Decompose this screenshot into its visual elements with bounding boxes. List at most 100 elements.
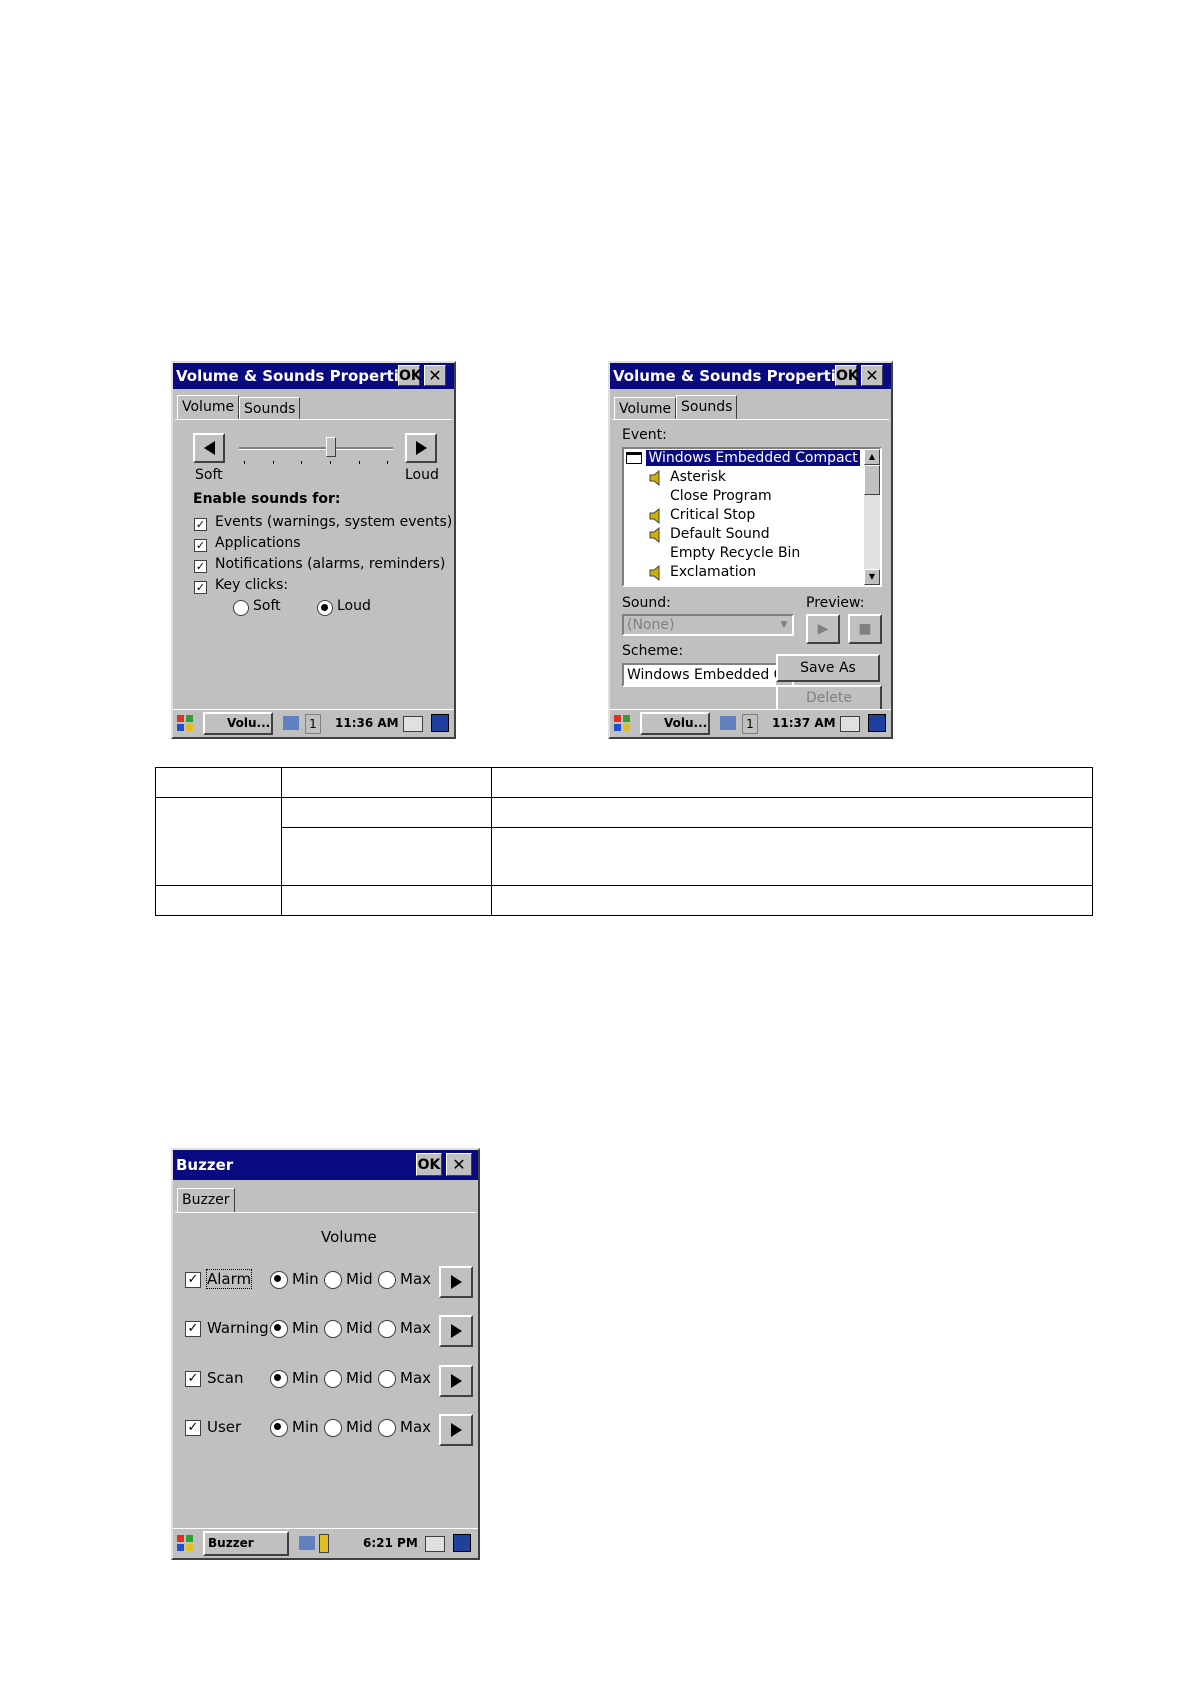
scroll-thumb[interactable] [864,465,880,495]
scroll-up-arrow-icon[interactable]: ▲ [864,449,880,465]
left-arrow-icon [203,441,215,455]
event-list[interactable]: Windows Embedded Compact Asterisk Close … [622,447,882,587]
alarm-play-button[interactable] [439,1266,473,1298]
preview-stop-button[interactable]: ■ [848,614,882,644]
event-item-default-sound[interactable]: Default Sound [670,526,770,542]
delete-button[interactable]: Delete [776,685,882,711]
keyboard-icon[interactable] [840,716,860,732]
input-number-indicator[interactable]: 1 [742,714,758,734]
desktop-icon[interactable] [453,1534,471,1552]
scan-mid-radio[interactable] [324,1370,342,1388]
speaker-icon [649,508,660,524]
ok-button[interactable]: OK [416,1153,442,1176]
volume-sounds-window-sounds-tab: Volume & Sounds Properties OK ✕ Volume S… [608,361,893,739]
alarm-min-radio[interactable] [270,1271,288,1289]
notifications-checkbox[interactable]: ✓ [194,560,207,573]
user-min-radio[interactable] [270,1419,288,1437]
volume-slider-thumb[interactable] [326,437,336,457]
warning-play-button[interactable] [439,1315,473,1347]
user-mid-radio[interactable] [324,1419,342,1437]
event-item-exclamation[interactable]: Exclamation [670,564,756,580]
network-icon [720,716,736,730]
event-item-close-program[interactable]: Close Program [670,488,772,504]
table-cell [281,885,492,916]
scroll-down-arrow-icon[interactable]: ▼ [864,569,880,585]
taskbar-app-button[interactable]: Volu... [640,712,710,735]
sound-select-value: (None) [627,617,675,633]
tab-sounds[interactable]: Sounds [239,397,301,419]
tab-volume[interactable]: Volume [177,395,240,419]
scan-min-radio[interactable] [270,1370,288,1388]
event-item-critical-stop[interactable]: Critical Stop [670,507,755,523]
user-mid-label: Mid [346,1418,373,1436]
scan-play-button[interactable] [439,1365,473,1397]
alarm-checkbox[interactable]: ✓ [185,1272,201,1288]
applications-checkbox[interactable]: ✓ [194,539,207,552]
close-button[interactable]: ✕ [446,1153,472,1176]
sound-select[interactable]: (None) ▼ [622,614,794,636]
stop-icon: ■ [858,621,872,637]
warning-label: Warning [207,1319,269,1337]
notifications-label: Notifications (alarms, reminders) [215,556,446,572]
save-as-button[interactable]: Save As [776,654,880,682]
ok-button[interactable]: OK [835,365,859,386]
key-clicks-soft-label: Soft [253,598,281,614]
table-cell [491,797,1093,828]
user-checkbox[interactable]: ✓ [185,1420,201,1436]
event-item-asterisk[interactable]: Asterisk [670,469,726,485]
volume-up-button[interactable] [405,433,437,463]
preview-label: Preview: [806,595,865,611]
table-cell [155,767,282,798]
tab-volume[interactable]: Volume [614,397,677,419]
key-clicks-soft-radio[interactable] [233,600,249,616]
tab-buzzer[interactable]: Buzzer [177,1188,235,1212]
preview-play-button[interactable]: ▶ [806,614,840,644]
user-max-radio[interactable] [378,1419,396,1437]
taskbar-app-label: Volu... [664,716,708,730]
close-button[interactable]: ✕ [424,365,446,386]
event-list-scrollbar[interactable]: ▲ ▼ [864,449,880,585]
scan-checkbox[interactable]: ✓ [185,1371,201,1387]
play-icon [450,1374,462,1388]
desktop-icon[interactable] [868,714,886,732]
alarm-min-label: Min [292,1270,319,1288]
keyboard-icon[interactable] [403,716,423,732]
key-clicks-checkbox[interactable]: ✓ [194,581,207,594]
events-checkbox[interactable]: ✓ [194,518,207,531]
scan-mid-label: Mid [346,1369,373,1387]
window-title-bar: Buzzer OK ✕ [173,1150,478,1180]
scan-max-radio[interactable] [378,1370,396,1388]
alarm-mid-radio[interactable] [324,1271,342,1289]
event-root-item[interactable]: Windows Embedded Compact [626,450,860,466]
key-clicks-label: Key clicks: [215,577,289,593]
tab-sounds[interactable]: Sounds [676,395,738,419]
volume-slider[interactable] [239,437,393,467]
start-windows-icon[interactable] [175,1533,195,1553]
start-windows-icon[interactable] [175,713,195,733]
alarm-max-radio[interactable] [378,1271,396,1289]
volume-down-button[interactable] [193,433,225,463]
warning-checkbox[interactable]: ✓ [185,1321,201,1337]
event-label: Event: [622,427,667,443]
input-number-indicator[interactable]: 1 [305,714,321,734]
warning-min-radio[interactable] [270,1320,288,1338]
sound-label: Sound: [622,595,671,611]
desktop-icon[interactable] [431,714,449,732]
scheme-select[interactable]: Windows Embedded C ▼ [622,663,794,687]
applications-label: Applications [215,535,301,551]
user-play-button[interactable] [439,1414,473,1446]
chevron-down-icon[interactable]: ▼ [776,616,792,634]
event-item-empty-recycle-bin[interactable]: Empty Recycle Bin [670,545,800,561]
taskbar-app-button[interactable]: Buzzer [203,1531,289,1556]
window-title-bar: Volume & Sounds Properties OK ✕ [173,363,454,389]
close-button[interactable]: ✕ [861,365,883,386]
key-clicks-loud-radio[interactable] [317,600,333,616]
window-title: Volume & Sounds Properties [176,367,419,385]
taskbar: Buzzer 6:21 PM [173,1528,478,1558]
start-windows-icon[interactable] [612,713,632,733]
warning-mid-radio[interactable] [324,1320,342,1338]
taskbar-app-button[interactable]: Volu... [203,712,273,735]
warning-max-radio[interactable] [378,1320,396,1338]
ok-button[interactable]: OK [398,365,422,386]
keyboard-icon[interactable] [425,1536,445,1552]
